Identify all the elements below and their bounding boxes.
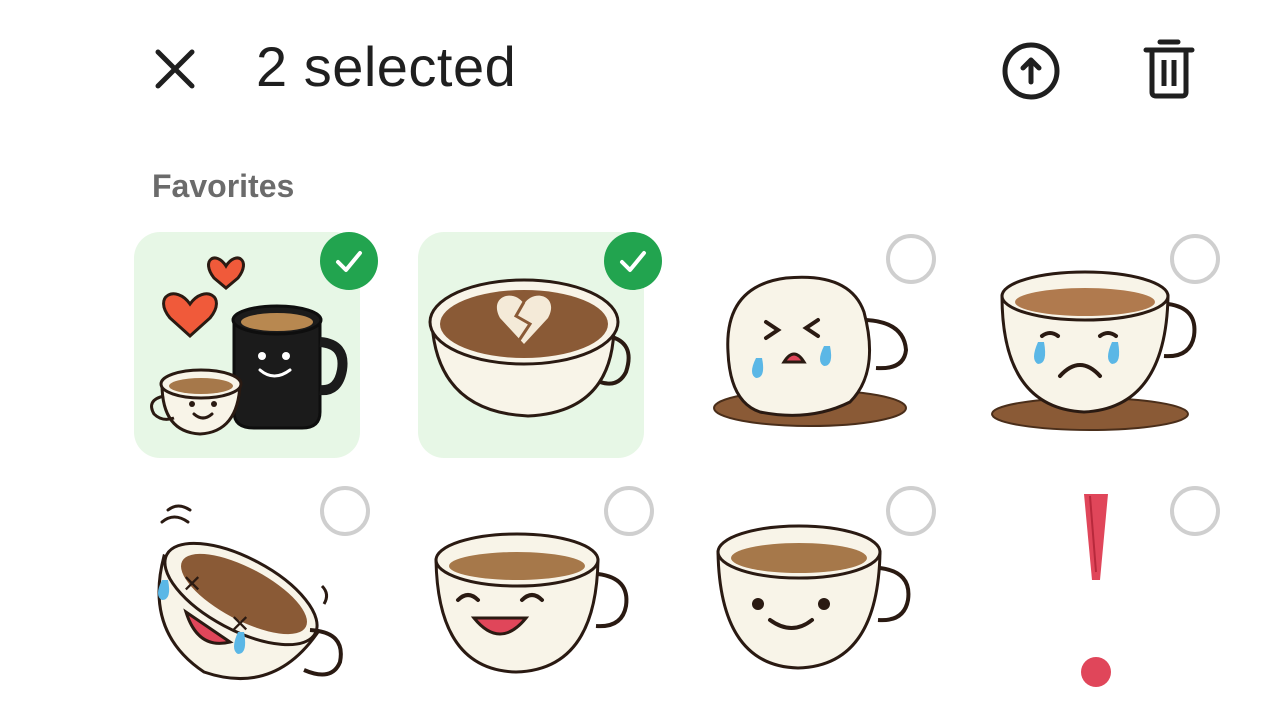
- unselected-circle-icon: [1170, 486, 1220, 536]
- sticker-exclamation-mark[interactable]: [984, 482, 1220, 708]
- sticker-happy-laughing-cup[interactable]: [418, 482, 654, 708]
- unselected-circle-icon: [320, 486, 370, 536]
- unselected-circle-icon: [604, 486, 654, 536]
- sticker-laughing-tears-cup[interactable]: ✕ ✕: [134, 482, 370, 708]
- sticker-smiling-cup[interactable]: [700, 482, 936, 708]
- unselected-circle-icon: [1170, 234, 1220, 284]
- unselected-circle-icon: [886, 234, 936, 284]
- selected-check-icon: [320, 232, 378, 290]
- sticker-broken-heart-latte[interactable]: [418, 232, 662, 458]
- sticker-spilled-crying-cup[interactable]: [700, 232, 936, 458]
- unselected-circle-icon: [886, 486, 936, 536]
- sticker-hearts-coffee-pair[interactable]: [134, 232, 378, 458]
- svg-text:✕: ✕: [182, 570, 202, 598]
- selected-check-icon: [604, 232, 662, 290]
- sticker-sad-crying-cup[interactable]: [984, 232, 1220, 458]
- sticker-grid: ✕ ✕: [0, 0, 1270, 714]
